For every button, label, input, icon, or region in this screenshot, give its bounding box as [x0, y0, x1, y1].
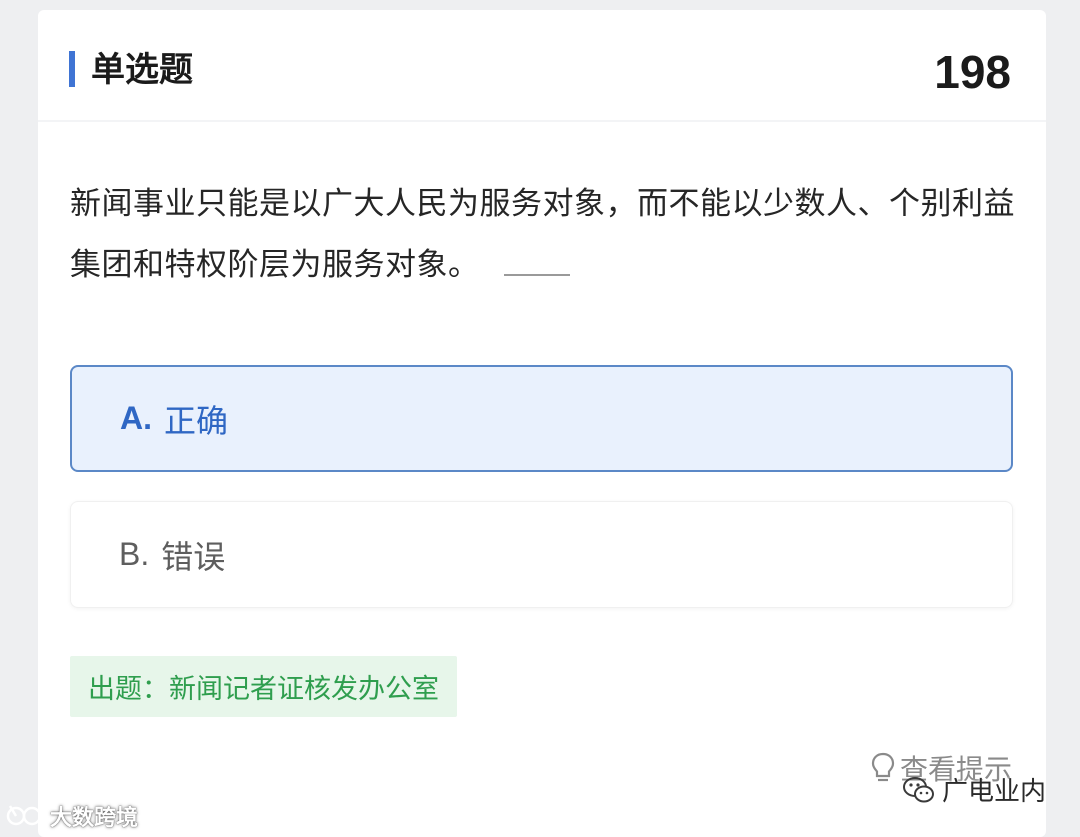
question-text-block: 新闻事业只能是以广大人民为服务对象，而不能以少数人、个别利益集团和特权阶层为服务… [70, 174, 1020, 296]
watermark-right-text: 广电业内 [942, 777, 1047, 807]
accent-bar [69, 51, 75, 87]
watermark-right: 广电业内 [902, 771, 1046, 808]
lightbulb-icon [871, 752, 895, 782]
option-a-label: 正确 [164, 401, 229, 440]
question-text: 新闻事业只能是以广大人民为服务对象，而不能以少数人、个别利益集团和特权阶层为服务… [70, 186, 1015, 283]
question-source: 出题：新闻记者证核发办公室 [70, 656, 457, 717]
answer-blank [503, 273, 570, 276]
question-number: 198 [934, 46, 1011, 98]
question-type-label: 单选题 [91, 50, 193, 90]
question-header: 单选题 198 [38, 10, 1046, 122]
option-a[interactable]: A. 正确 [70, 365, 1013, 472]
option-b-label: 错误 [161, 537, 226, 576]
watermark-left: 大数跨境 [6, 800, 138, 832]
wechat-icon [903, 776, 934, 802]
option-a-key: A. [120, 400, 152, 436]
option-b[interactable]: B. 错误 [70, 501, 1013, 608]
option-b-key: B. [119, 536, 150, 572]
logo-icon [6, 805, 42, 826]
question-card: 单选题 198 新闻事业只能是以广大人民为服务对象，而不能以少数人、个别利益集团… [38, 10, 1046, 837]
watermark-left-text: 大数跨境 [50, 806, 139, 831]
